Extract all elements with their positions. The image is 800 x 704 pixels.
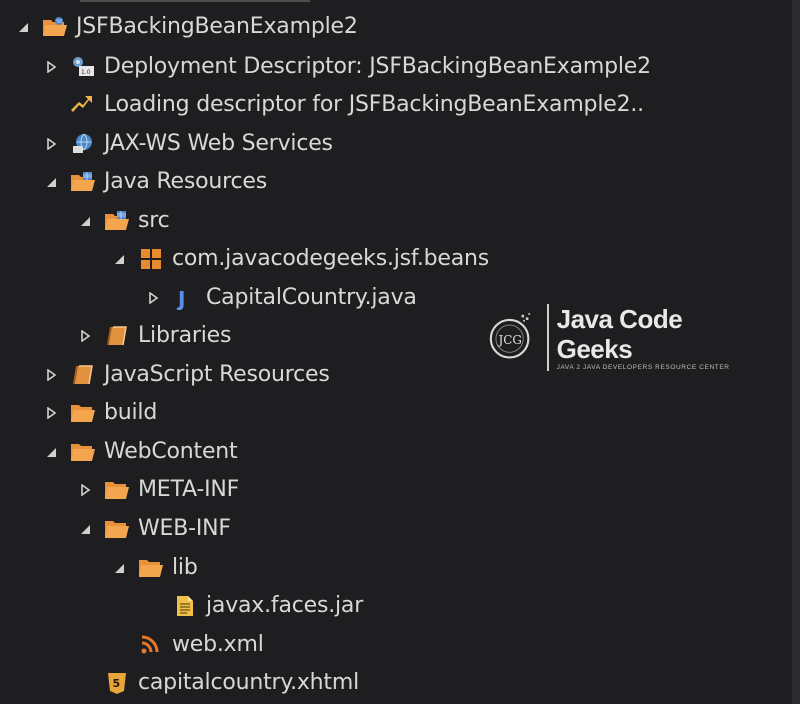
tree-item-label: lib [172, 555, 198, 580]
tree-item-project[interactable]: JSFBackingBeanExample2 [16, 9, 358, 45]
java-file-icon: J [172, 286, 198, 310]
source-folder-icon [104, 209, 130, 233]
collapsed-arrow-icon[interactable] [78, 329, 92, 343]
tree-item-label: CapitalCountry.java [206, 285, 417, 310]
libraries-icon [104, 324, 130, 348]
svg-text:1.0: 1.0 [81, 69, 91, 76]
tree-item-label: javax.faces.jar [206, 593, 364, 618]
svg-text:J: J [176, 287, 185, 310]
tree-item-loading-descriptor[interactable]: Loading descriptor for JSFBackingBeanExa… [70, 87, 644, 123]
tree-item-javascript-resources[interactable]: JavaScript Resources [44, 357, 330, 393]
folder-icon [70, 401, 96, 425]
tree-item-deployment-descriptor[interactable]: 1.0 Deployment Descriptor: JSFBackingBea… [44, 49, 651, 85]
collapsed-arrow-icon[interactable] [44, 137, 58, 151]
expanded-arrow-icon[interactable] [112, 561, 126, 575]
java-code-geeks-watermark: JCG Java Code Geeks JAVA 2 JAVA DEVELOPE… [484, 302, 734, 372]
tree-item-label: JAX-WS Web Services [104, 131, 333, 156]
deployment-descriptor-icon: 1.0 [70, 55, 96, 79]
tree-item-capitalcountry-xhtml[interactable]: 5 capitalcountry.xhtml [104, 665, 359, 701]
watermark-text: Java Code Geeks JAVA 2 JAVA DEVELOPERS R… [546, 303, 734, 371]
folder-icon [70, 440, 96, 464]
folder-icon [104, 517, 130, 541]
tree-item-label: src [138, 208, 170, 233]
java-resources-icon [70, 170, 96, 194]
tree-item-label: Loading descriptor for JSFBackingBeanExa… [104, 92, 644, 117]
tree-item-label: com.javacodegeeks.jsf.beans [172, 246, 490, 271]
expanded-arrow-icon[interactable] [112, 252, 126, 266]
expanded-arrow-icon[interactable] [78, 522, 92, 536]
tree-item-label: build [104, 400, 158, 425]
html5-file-icon: 5 [104, 671, 130, 695]
loading-icon [70, 93, 96, 117]
package-icon [138, 247, 164, 271]
tree-item-label: WEB-INF [138, 516, 231, 541]
collapsed-arrow-icon[interactable] [146, 291, 160, 305]
collapsed-arrow-icon[interactable] [44, 60, 58, 74]
svg-text:JCG: JCG [498, 333, 522, 347]
tree-item-jax-ws[interactable]: JAX-WS Web Services [44, 126, 333, 162]
jar-file-icon [172, 594, 198, 618]
watermark-name: Java Code Geeks [556, 303, 683, 364]
vertical-scrollbar[interactable] [792, 0, 800, 704]
jcg-logo: JCG [489, 313, 531, 359]
tree-item-label: web.xml [172, 632, 264, 657]
web-project-icon [42, 15, 68, 39]
tree-item-label: META-INF [138, 477, 240, 502]
tree-item-build[interactable]: build [44, 395, 157, 431]
tree-item-libraries[interactable]: Libraries [78, 318, 231, 354]
cutoff-previous-row [0, 0, 400, 6]
folder-icon [138, 556, 164, 580]
tree-item-capitalcountry-java[interactable]: J CapitalCountry.java [146, 280, 417, 316]
tree-item-label: JSFBackingBeanExample2 [76, 14, 358, 39]
tree-item-java-resources[interactable]: Java Resources [44, 164, 267, 200]
expanded-arrow-icon[interactable] [78, 214, 92, 228]
tree-item-web-inf[interactable]: WEB-INF [78, 511, 231, 547]
tree-item-label: Libraries [138, 323, 232, 348]
tree-item-label: JavaScript Resources [104, 362, 330, 387]
tree-item-javax-faces-jar[interactable]: javax.faces.jar [172, 588, 363, 624]
tree-item-label: Java Resources [104, 169, 268, 194]
tree-item-package[interactable]: com.javacodegeeks.jsf.beans [112, 241, 489, 277]
tree-item-meta-inf[interactable]: META-INF [78, 472, 239, 508]
tree-item-label: WebContent [104, 439, 238, 464]
svg-text:5: 5 [113, 677, 121, 690]
collapsed-arrow-icon[interactable] [78, 483, 92, 497]
xml-file-icon [138, 633, 164, 657]
expanded-arrow-icon[interactable] [16, 20, 30, 34]
expanded-arrow-icon[interactable] [44, 445, 58, 459]
tree-item-lib[interactable]: lib [112, 550, 198, 586]
collapsed-arrow-icon[interactable] [44, 368, 58, 382]
tree-item-src[interactable]: src [78, 203, 170, 239]
tree-item-label: Deployment Descriptor: JSFBackingBeanExa… [104, 54, 651, 79]
tree-item-web-xml[interactable]: web.xml [138, 627, 264, 663]
web-services-icon [70, 132, 96, 156]
expanded-arrow-icon[interactable] [44, 175, 58, 189]
javascript-resources-icon [70, 363, 96, 387]
collapsed-arrow-icon[interactable] [44, 406, 58, 420]
tree-item-label: capitalcountry.xhtml [138, 670, 359, 695]
folder-icon [104, 478, 130, 502]
watermark-tagline: JAVA 2 JAVA DEVELOPERS RESOURCE CENTER [556, 363, 730, 371]
tree-item-webcontent[interactable]: WebContent [44, 434, 238, 470]
project-explorer-tree: JSFBackingBeanExample2 1.0 Deployment De… [0, 0, 792, 704]
